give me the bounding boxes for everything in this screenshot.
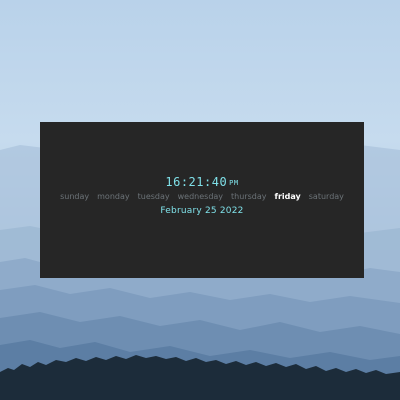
weekday-row: sunday monday tuesday wednesday thursday frid… — [40, 192, 364, 201]
weekday-saturday: saturday — [308, 192, 344, 201]
weekday-sunday: sunday — [60, 192, 90, 201]
time-value: 16:21:40 — [165, 175, 228, 189]
weekday-friday: friday — [274, 192, 301, 201]
weekday-tuesday: tuesday — [137, 192, 170, 201]
clock-widget: 16:21:40 PM sunday monday tuesday wednesday t… — [40, 122, 364, 278]
weekday-thursday: thursday — [231, 192, 267, 201]
weekday-wednesday: wednesday — [177, 192, 224, 201]
date-display: February 25 2022 — [160, 206, 244, 216]
time-display: 16:21:40 PM — [40, 175, 364, 189]
ampm-label: PM — [229, 179, 239, 187]
weekday-monday: monday — [97, 192, 130, 201]
